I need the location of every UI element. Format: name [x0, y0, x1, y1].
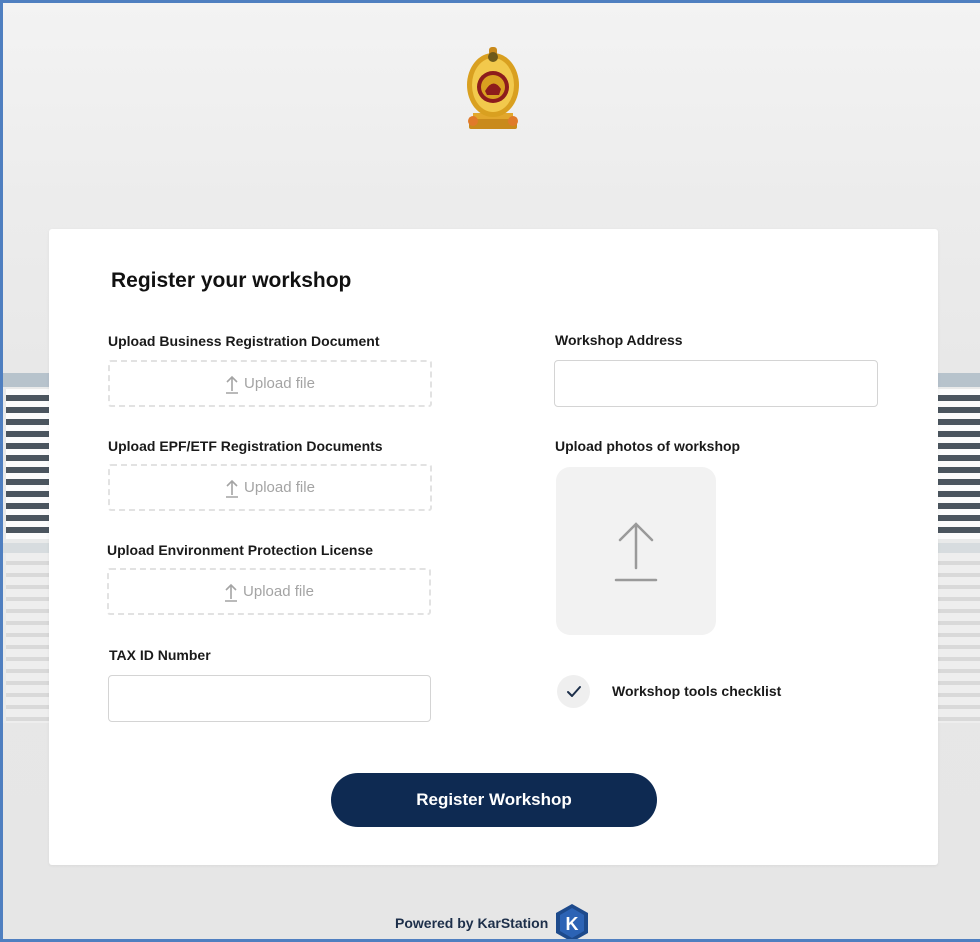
business-registration-label: Upload Business Registration Document	[108, 333, 380, 349]
background-fence-pattern	[6, 553, 52, 723]
tax-id-label: TAX ID Number	[109, 647, 211, 663]
upload-icon	[226, 375, 239, 394]
epf-etf-label: Upload EPF/ETF Registration Documents	[108, 438, 383, 454]
workshop-address-input[interactable]	[554, 360, 878, 407]
karstation-logo: K	[556, 904, 589, 939]
background-window-pattern	[934, 389, 980, 539]
logo-letter: K	[566, 914, 579, 934]
upload-file-text: Upload file	[244, 479, 315, 496]
register-card: Register your workshop Upload Business R…	[49, 229, 938, 865]
workshop-address-label: Workshop Address	[555, 332, 683, 348]
national-emblem-logo	[467, 47, 519, 129]
checkmark-icon	[566, 685, 581, 697]
upload-icon	[226, 479, 239, 498]
workshop-photos-dropzone[interactable]	[556, 467, 716, 635]
page-title: Register your workshop	[111, 269, 352, 292]
tools-checklist-toggle[interactable]	[557, 675, 590, 708]
tools-checklist-label[interactable]: Workshop tools checklist	[612, 683, 781, 699]
upload-icon	[225, 583, 238, 602]
powered-by-footer: Powered by KarStation K	[395, 903, 590, 939]
page-background: Register your workshop Upload Business R…	[0, 0, 980, 942]
upload-file-text: Upload file	[244, 375, 315, 392]
business-registration-upload[interactable]: Upload file	[108, 360, 432, 407]
epf-etf-upload[interactable]: Upload file	[108, 464, 432, 511]
workshop-photos-label: Upload photos of workshop	[555, 438, 741, 454]
environment-license-upload[interactable]: Upload file	[107, 568, 431, 615]
environment-license-label: Upload Environment Protection License	[107, 542, 374, 558]
register-workshop-button[interactable]: Register Workshop	[331, 773, 657, 827]
upload-file-text: Upload file	[243, 583, 314, 600]
powered-by-text: Powered by KarStation	[395, 915, 549, 931]
background-fence-pattern	[934, 553, 980, 723]
background-window-pattern	[6, 389, 52, 539]
upload-arrow-icon	[614, 522, 658, 582]
tax-id-input[interactable]	[108, 675, 431, 722]
